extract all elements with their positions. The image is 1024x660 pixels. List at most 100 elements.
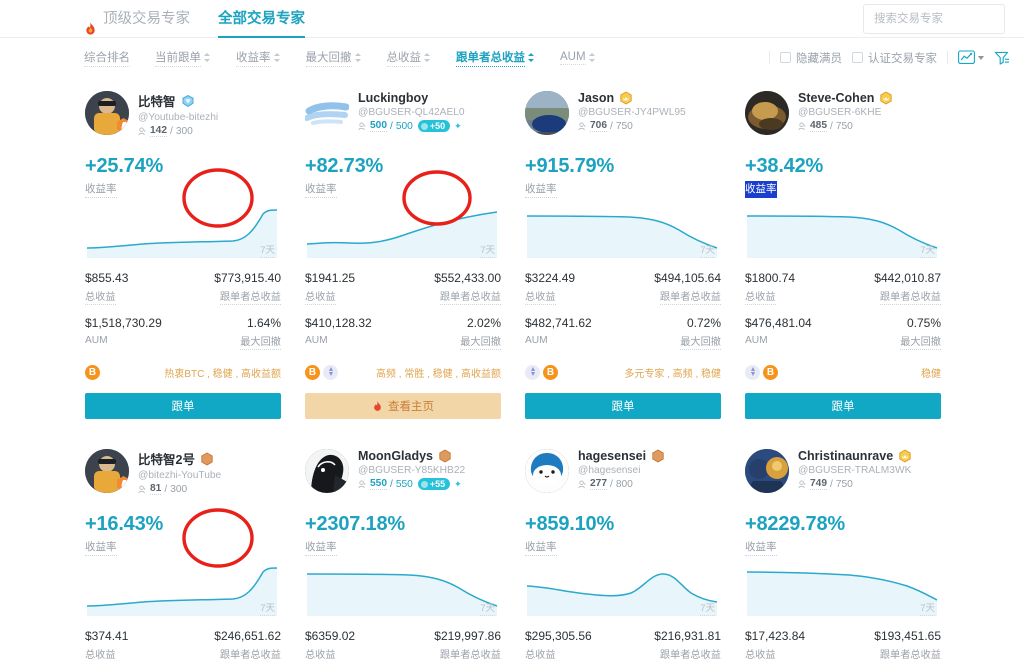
follower-count: 81/300 <box>138 483 281 495</box>
max-drawdown-value: 0.72% <box>686 316 721 330</box>
bronze-badge-icon <box>439 449 451 463</box>
avatar[interactable] <box>525 91 569 135</box>
sort-option-6[interactable]: AUM <box>560 51 596 65</box>
follow-button[interactable]: 跟单 <box>525 393 721 419</box>
follower-profit-stat: $494,105.64 跟单者总收益 <box>654 271 721 305</box>
aum-label: AUM <box>525 335 548 346</box>
coin-eth-icon <box>323 364 338 380</box>
sparkline-range-label: 7天 <box>700 600 715 616</box>
max-drawdown-value: 0.75% <box>906 316 941 330</box>
follow-button[interactable]: 跟单 <box>85 393 281 419</box>
sort-caret-icon[interactable] <box>528 52 535 63</box>
sort-caret-icon[interactable] <box>354 52 362 63</box>
coin-icons <box>745 364 778 380</box>
people-icon <box>358 121 366 130</box>
roi-label: 收益率 <box>525 539 557 556</box>
sort-option-0[interactable]: 综合排名 <box>84 49 130 67</box>
chart-view-toggle[interactable] <box>958 50 984 65</box>
tab-all-traders[interactable]: 全部交易专家 <box>218 0 305 38</box>
sort-option-5[interactable]: 跟单者总收益 <box>456 49 535 67</box>
trader-name[interactable]: Jason <box>578 91 614 105</box>
sort-option-3[interactable]: 最大回撤 <box>305 49 362 67</box>
chart-view-icon[interactable] <box>958 50 975 65</box>
stat-row-profit: $1941.25 总收益 $552,433.00 跟单者总收益 <box>305 271 501 305</box>
avatar[interactable] <box>305 449 349 493</box>
sort-option-2[interactable]: 收益率 <box>236 49 281 67</box>
trader-card[interactable]: MoonGladys @BGUSER-Y85KHB22 550/550 +55 ✦ +23… <box>293 435 513 660</box>
trader-name[interactable]: Christinaunrave <box>798 449 893 463</box>
trader-handle: @BGUSER-QL42AEL0 <box>358 107 465 118</box>
sparkle-icon: ✦ <box>454 120 462 131</box>
roi-value: +25.74% <box>85 155 164 177</box>
sort-option-4[interactable]: 总收益 <box>386 49 432 67</box>
roi-sparkline-chart: 7天 <box>745 208 941 260</box>
trader-name[interactable]: Steve-Cohen <box>798 91 874 105</box>
search-box[interactable] <box>863 4 1024 34</box>
roi-value: +38.42% <box>745 155 824 177</box>
bonus-badge-dot-icon <box>420 122 428 130</box>
avatar[interactable] <box>745 91 789 135</box>
checkbox-box-hide-full[interactable] <box>780 52 791 63</box>
stat-row-aum: $410,128.32 AUM 2.02% 最大回撤 <box>305 316 501 350</box>
sort-option-1[interactable]: 当前跟单 <box>155 49 211 67</box>
trader-card[interactable]: hagesensei @hagesensei 277/800 +859.10% 收益率 7… <box>513 435 733 660</box>
sort-caret-icon[interactable] <box>588 52 596 63</box>
coin-eth-icon <box>525 364 540 380</box>
avatar[interactable] <box>85 449 129 493</box>
checkbox-box-verified[interactable] <box>852 52 863 63</box>
trader-card[interactable]: Christinaunrave @BGUSER-TRALM3WK 749/750 +8… <box>733 435 953 660</box>
follower-current: 81 <box>150 483 162 495</box>
follower-max: 300 <box>175 125 193 137</box>
trader-card[interactable]: Steve-Cohen @BGUSER-6KHE 485/750 +38.42% 收益率… <box>733 77 953 419</box>
roi-value: +2307.18% <box>305 513 405 535</box>
gold-badge-icon <box>899 449 911 463</box>
filter-controls: 隐藏满员 认证交易专家 <box>769 38 1010 77</box>
total-profit-stat: $1800.74 总收益 <box>745 271 795 305</box>
coin-icons <box>305 364 338 380</box>
follower-profit-stat: $216,931.81 跟单者总收益 <box>654 629 721 660</box>
trader-card[interactable]: 比特智 @Youtube-bitezhi 142/300 +25.74% 收益率 7天 $8… <box>73 77 293 419</box>
people-icon <box>798 121 806 130</box>
trader-name[interactable]: 比特智2号 <box>138 449 195 468</box>
roi-sparkline-chart: 7天 <box>85 208 281 260</box>
avatar[interactable] <box>85 91 129 135</box>
trader-name[interactable]: Luckingboy <box>358 91 428 105</box>
search-input[interactable] <box>872 12 1024 26</box>
total-profit-label: 总收益 <box>305 646 336 660</box>
trader-card[interactable]: Luckingboy @BGUSER-QL42AEL0 500/500 +50 ✦ +82… <box>293 77 513 419</box>
filter-icon[interactable] <box>994 50 1010 66</box>
chevron-down-icon[interactable] <box>978 55 984 60</box>
aum-label: AUM <box>745 335 768 346</box>
aum-value: $1,518,730.29 <box>85 316 162 330</box>
roi-value: +859.10% <box>525 513 615 535</box>
stat-row-aum: $1,518,730.29 AUM 1.64% 最大回撤 <box>85 316 281 350</box>
trader-name[interactable]: MoonGladys <box>358 449 433 463</box>
follow-button[interactable]: 跟单 <box>745 393 941 419</box>
total-profit-label: 总收益 <box>745 288 776 305</box>
total-profit-value: $17,423.84 <box>745 629 806 643</box>
follower-max: 800 <box>615 478 633 490</box>
tab-top-traders[interactable]: 顶级交易专家 <box>84 0 190 38</box>
trader-name[interactable]: 比特智 <box>138 91 176 110</box>
coin-btc-icon <box>763 364 778 380</box>
total-profit-label: 总收益 <box>745 646 776 660</box>
follower-profit-value: $219,997.86 <box>434 629 501 643</box>
trader-name[interactable]: hagesensei <box>578 449 646 463</box>
roi-sparkline-chart: 7天 <box>85 566 281 618</box>
sort-options: 综合排名 当前跟单 收益率 最大回撤 总收益 跟单者总收益 AUM <box>84 49 621 67</box>
checkbox-verified-traders[interactable]: 认证交易专家 <box>852 50 937 66</box>
trader-handle: @bitezhi-YouTube <box>138 470 222 481</box>
avatar[interactable] <box>525 449 569 493</box>
sort-caret-icon[interactable] <box>424 52 431 63</box>
sort-caret-icon[interactable] <box>204 52 211 63</box>
view-profile-button[interactable]: 查看主页 <box>305 393 501 419</box>
sort-option-label: AUM <box>560 50 586 65</box>
total-profit-stat: $295,305.56 总收益 <box>525 629 592 660</box>
checkbox-hide-full[interactable]: 隐藏满员 <box>780 50 842 66</box>
sort-caret-icon[interactable] <box>273 52 281 63</box>
trader-card[interactable]: Jason @BGUSER-JY4PWL95 706/750 +915.79% 收益率 7… <box>513 77 733 419</box>
trader-card[interactable]: 比特智2号 @bitezhi-YouTube 81/300 +16.43% 收益率 7天 $… <box>73 435 293 660</box>
tag-row: 热衷BTC , 稳健 , 高收益额 <box>85 363 281 381</box>
avatar[interactable] <box>745 449 789 493</box>
trader-header: Christinaunrave @BGUSER-TRALM3WK 749/750 <box>745 449 941 501</box>
